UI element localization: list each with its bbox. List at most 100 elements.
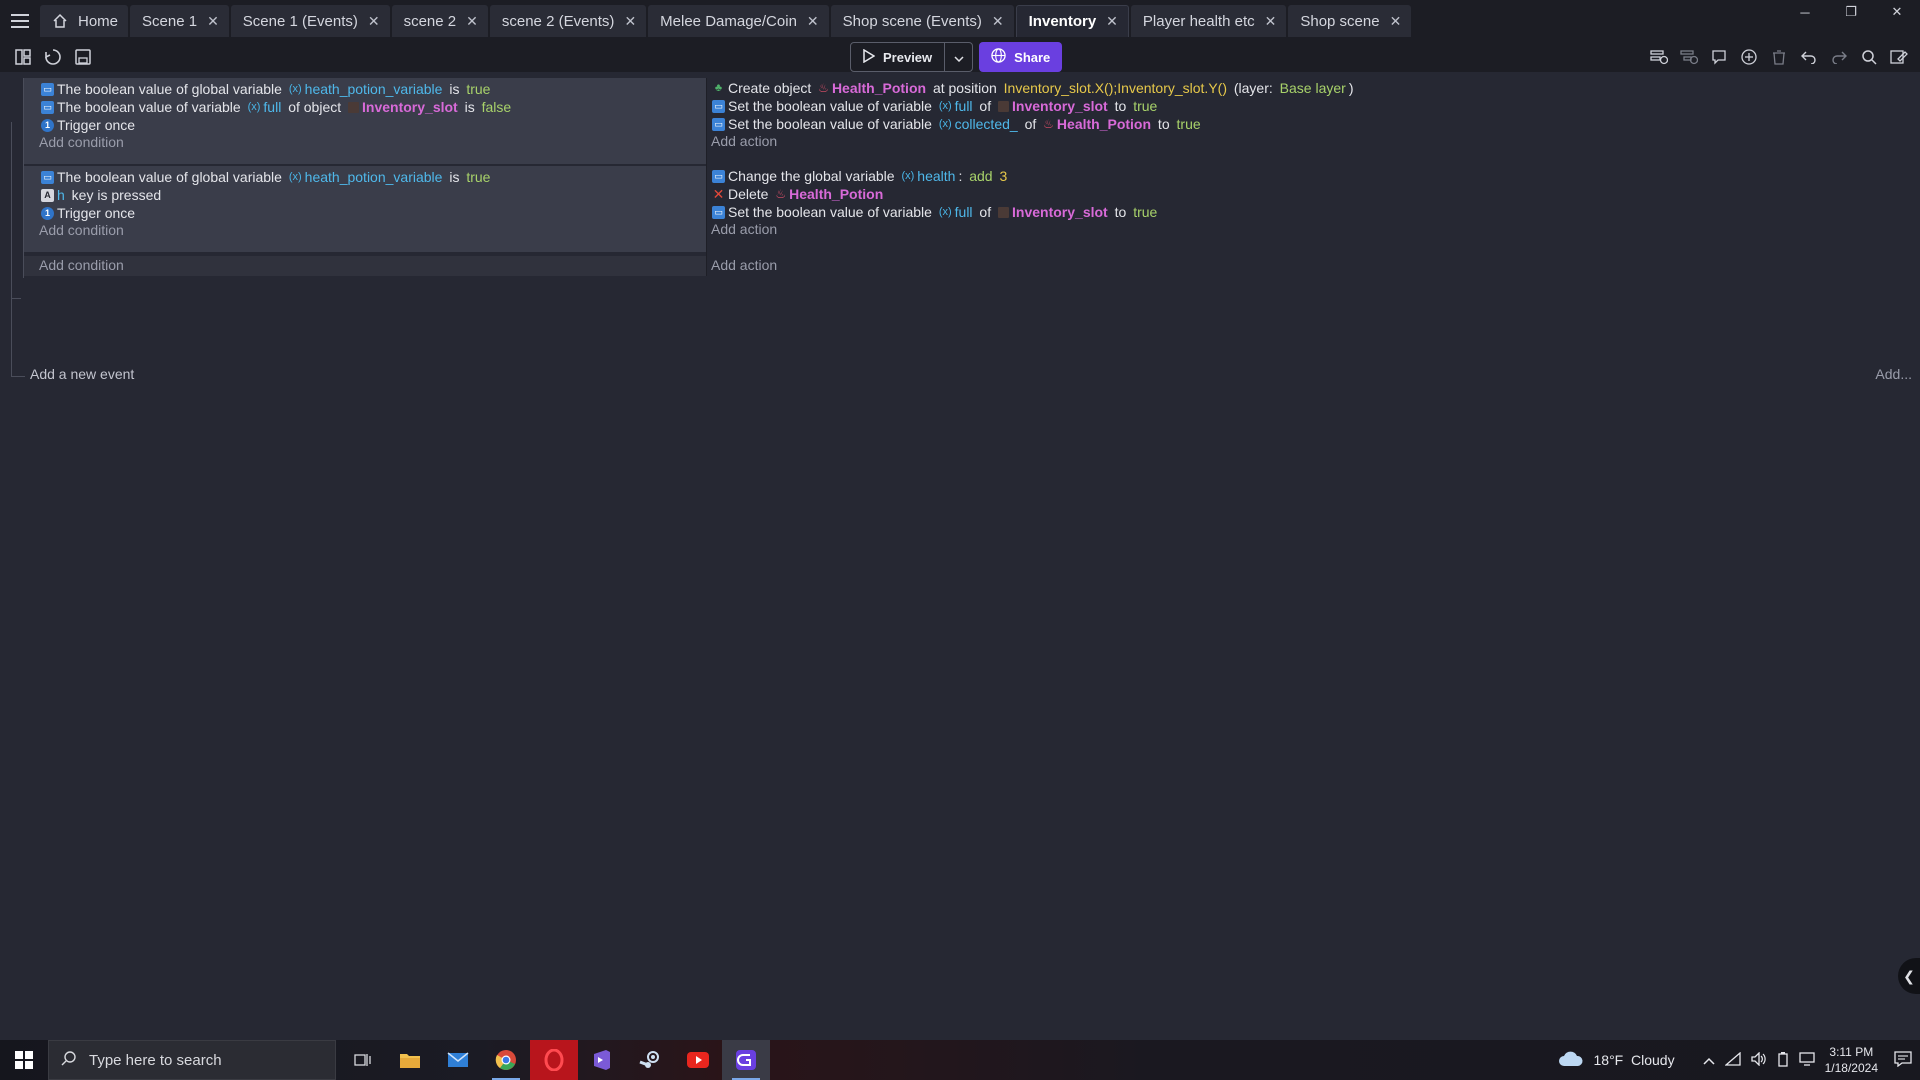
close-tab-icon[interactable]: ✕ <box>807 13 819 30</box>
tab-inventory[interactable]: Inventory ✕ <box>1015 5 1129 37</box>
condition-panel <box>24 256 706 276</box>
condition-row[interactable]: ▭ The boolean value of global variable (x… <box>41 81 490 97</box>
share-button[interactable]: Share <box>979 42 1063 72</box>
visual-studio-icon[interactable] <box>578 1040 626 1080</box>
add-more-link[interactable]: Add... <box>1875 366 1912 382</box>
preview-button-group: Preview <box>850 42 974 72</box>
add-action-link[interactable]: Add action <box>711 257 777 273</box>
chrome-icon[interactable] <box>482 1040 530 1080</box>
parameter-expr: Inventory_slot.X();Inventory_slot.Y() <box>1003 80 1227 96</box>
variable-icon: (x) <box>247 101 261 113</box>
clock[interactable]: 3:11 PM 1/18/2024 <box>1825 1044 1878 1076</box>
boolean-icon: ▭ <box>712 99 725 113</box>
add-condition-link[interactable]: Add condition <box>39 257 124 273</box>
add-sub-event-icon[interactable] <box>1678 46 1700 68</box>
battery-icon[interactable] <box>1777 1051 1789 1070</box>
add-condition-link[interactable]: Add condition <box>39 134 124 150</box>
tab-scene-2[interactable]: scene 2 ✕ <box>391 5 488 37</box>
close-tab-icon[interactable]: ✕ <box>466 13 478 30</box>
undo-icon[interactable] <box>1798 46 1820 68</box>
close-tab-icon[interactable]: ✕ <box>1390 13 1402 30</box>
task-view-icon[interactable] <box>338 1040 386 1080</box>
gdevelop-icon[interactable] <box>722 1040 770 1080</box>
action-row[interactable]: ▭ Change the global variable (x) health: a… <box>712 168 1007 184</box>
tab-scene-2-events-[interactable]: scene 2 (Events) ✕ <box>489 5 647 37</box>
steam-icon[interactable] <box>626 1040 674 1080</box>
condition-row[interactable]: ▭ The boolean value of variable (x) full o… <box>41 99 511 115</box>
search-icon[interactable] <box>1858 46 1880 68</box>
mail-icon[interactable] <box>434 1040 482 1080</box>
potion-icon: ♨ <box>818 81 829 95</box>
tab-shop-scene[interactable]: Shop scene ✕ <box>1288 5 1412 37</box>
add-comment-icon[interactable] <box>1708 46 1730 68</box>
redo-icon[interactable] <box>1828 46 1850 68</box>
add-icon[interactable] <box>1738 46 1760 68</box>
close-tab-icon[interactable]: ✕ <box>1265 13 1277 30</box>
tab-player-health-etc[interactable]: Player health etc ✕ <box>1130 5 1287 37</box>
condition-row[interactable]: 1 Trigger once <box>41 117 135 133</box>
restore-icon[interactable]: ❐ <box>1828 0 1874 24</box>
project-manager-icon[interactable] <box>12 46 34 68</box>
taskbar-search-input[interactable]: Type here to search <box>48 1040 336 1080</box>
trash-icon[interactable] <box>1768 46 1790 68</box>
parameter-obj: Inventory_slot <box>362 99 458 115</box>
file-explorer-icon[interactable] <box>386 1040 434 1080</box>
close-window-icon[interactable]: ✕ <box>1874 0 1920 24</box>
action-row[interactable]: ♣ Create object ♨ Health_Potion at positio… <box>712 80 1354 96</box>
menu-icon[interactable] <box>0 0 40 42</box>
inventory-slot-icon <box>998 100 1010 112</box>
add-event-icon[interactable] <box>1648 46 1670 68</box>
parameter-var: collected_ <box>954 116 1018 132</box>
condition-row[interactable]: Ah key is pressed <box>41 187 161 203</box>
edit-settings-icon[interactable] <box>1888 46 1910 68</box>
close-tab-icon[interactable]: ✕ <box>207 13 219 30</box>
network-icon[interactable] <box>1723 1051 1741 1069</box>
add-action-link[interactable]: Add action <box>711 221 777 237</box>
parameter-layer: add <box>969 168 993 184</box>
add-condition-link[interactable]: Add condition <box>39 222 124 238</box>
sentence-text: Change the global variable <box>728 168 899 184</box>
action-row[interactable]: ▭ Set the boolean value of variable (x) co… <box>712 116 1201 132</box>
minimize-icon[interactable]: ─ <box>1782 0 1828 24</box>
chevron-left-icon[interactable]: ❮ <box>1898 958 1920 994</box>
tab-scene-1[interactable]: Scene 1 ✕ <box>130 5 229 37</box>
parameter-var: full <box>263 99 282 115</box>
inventory-slot-icon <box>998 206 1010 218</box>
parameter-var: heath_potion_variable <box>304 81 443 97</box>
boolean-icon: ▭ <box>41 170 54 184</box>
condition-row[interactable]: ▭ The boolean value of global variable (x… <box>41 169 490 185</box>
action-row[interactable]: ▭ Set the boolean value of variable (x) fu… <box>712 98 1157 114</box>
volume-icon[interactable] <box>1750 1050 1767 1069</box>
notifications-icon[interactable] <box>1894 1050 1912 1070</box>
close-tab-icon[interactable]: ✕ <box>368 13 380 30</box>
tab-shop-scene-events-[interactable]: Shop scene (Events) ✕ <box>830 5 1014 37</box>
sentence-text: to <box>1154 116 1174 132</box>
condition-row[interactable]: 1 Trigger once <box>41 205 135 221</box>
add-action-link[interactable]: Add action <box>711 133 777 149</box>
tab-home[interactable]: Home <box>40 5 129 37</box>
save-icon[interactable] <box>72 46 94 68</box>
close-tab-icon[interactable]: ✕ <box>1106 13 1118 30</box>
clock-time: 3:11 PM <box>1829 1045 1874 1059</box>
action-row[interactable]: ✕ Delete ♨ Health_Potion <box>712 186 884 203</box>
action-row[interactable]: ▭ Set the boolean value of variable (x) fu… <box>712 204 1157 220</box>
display-icon[interactable] <box>1798 1051 1815 1069</box>
share-label: Share <box>1014 49 1051 65</box>
chevron-up-icon[interactable] <box>1703 1052 1715 1068</box>
windows-start-icon[interactable] <box>0 1040 48 1080</box>
youtube-icon[interactable] <box>674 1040 722 1080</box>
sentence-text: is <box>445 169 464 185</box>
close-tab-icon[interactable]: ✕ <box>624 13 636 30</box>
restart-icon[interactable] <box>42 46 64 68</box>
parameter-obj: Inventory_slot <box>1012 98 1108 114</box>
tab-scene-1-events-[interactable]: Scene 1 (Events) ✕ <box>230 5 390 37</box>
preview-button[interactable]: Preview <box>851 43 944 71</box>
weather-text[interactable]: 18°F Cloudy <box>1594 1052 1675 1068</box>
variable-icon: (x) <box>938 100 952 112</box>
preview-dropdown-button[interactable] <box>944 43 972 71</box>
sentence-text: key is pressed <box>67 187 162 203</box>
add-new-event-link[interactable]: Add a new event <box>30 366 134 382</box>
tab-melee-damage-coin[interactable]: Melee Damage/Coin ✕ <box>648 5 829 37</box>
opera-icon[interactable] <box>530 1040 578 1080</box>
close-tab-icon[interactable]: ✕ <box>992 13 1004 30</box>
